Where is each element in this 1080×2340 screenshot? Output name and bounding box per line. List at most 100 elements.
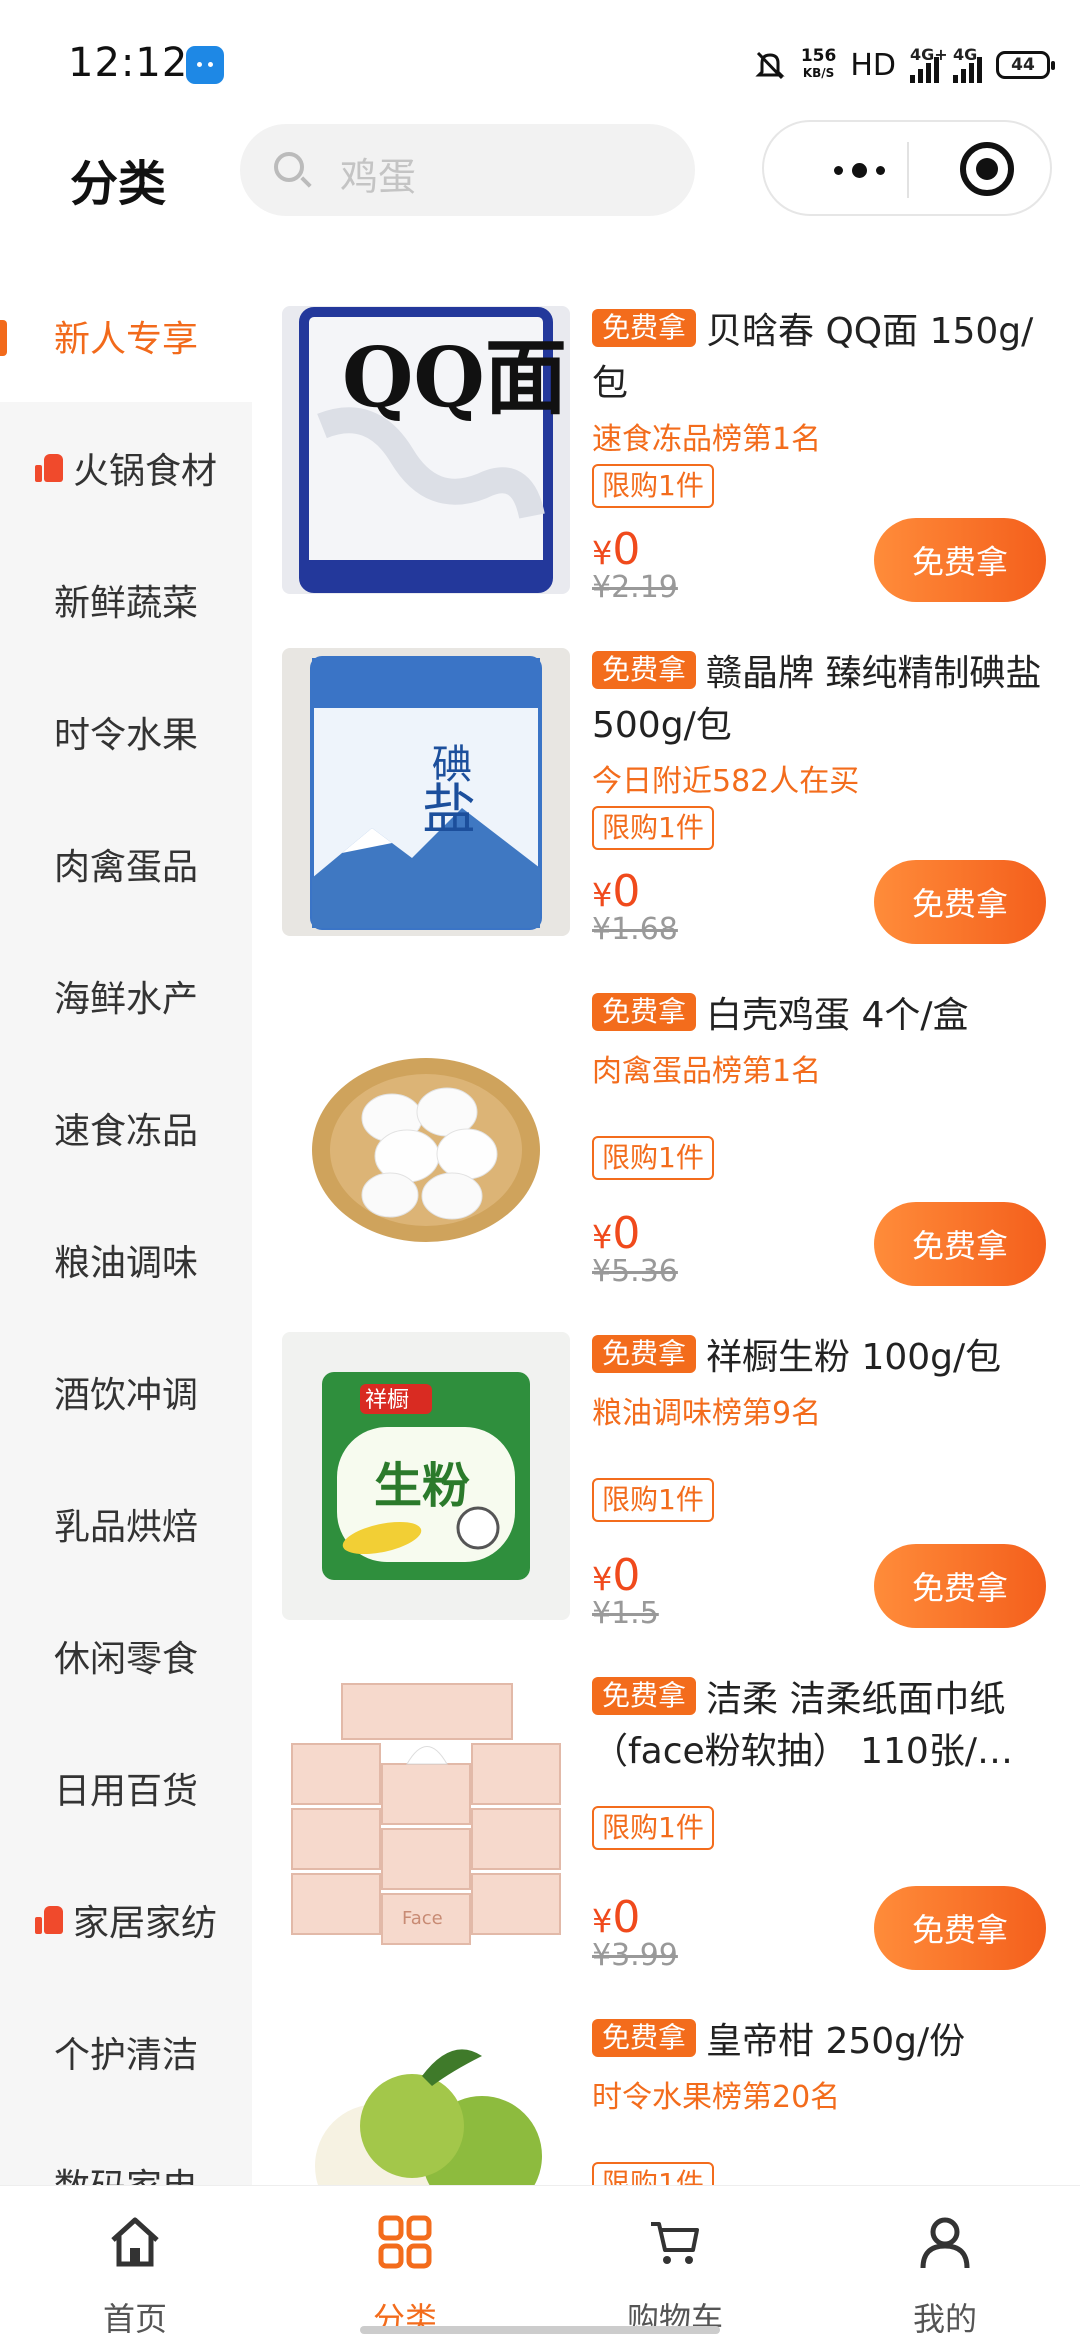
search-input[interactable]: 鸡蛋 <box>240 124 695 216</box>
product-name: 免费拿 赣晶牌 臻纯精制碘盐 500g/包 <box>592 651 1042 746</box>
thumbs-up-icon <box>34 1906 63 1934</box>
sidebar-item-personal-care[interactable]: 个护清洁 <box>0 1986 252 2118</box>
product-price: ¥0 <box>592 524 641 575</box>
status-indicators: 156 KB/S HD 4G+ 4G 44 <box>753 40 1055 90</box>
product-name: 免费拿 皇帝柑 250g/份 <box>592 2016 1054 2068</box>
battery-icon: 44 <box>996 51 1055 79</box>
product-card[interactable]: 免费拿 皇帝柑 250g/份 时令水果榜第20名 限购1件 <box>252 1980 1080 2185</box>
sidebar-item-dairy[interactable]: 乳品烘焙 <box>0 1458 252 1590</box>
header: 分类 鸡蛋 <box>0 120 1080 270</box>
purchase-limit-badge: 限购1件 <box>592 1136 714 1180</box>
free-get-button[interactable]: 免费拿 <box>874 1544 1046 1628</box>
original-price: ¥2.19 <box>592 570 678 605</box>
free-tag: 免费拿 <box>592 2019 697 2057</box>
svg-text:QQ面: QQ面 <box>342 330 567 426</box>
free-get-button[interactable]: 免费拿 <box>874 860 1046 944</box>
purchase-limit-badge: 限购1件 <box>592 806 714 850</box>
product-name: 免费拿 贝晗春 QQ面 150g/包 <box>592 309 1034 404</box>
product-price: ¥0 <box>592 1892 641 1943</box>
purchase-limit-badge: 限购1件 <box>592 464 714 508</box>
sidebar-item-digital[interactable]: 数码家电 <box>0 2118 252 2185</box>
svg-text:生粉: 生粉 <box>374 1458 470 1514</box>
thumbs-up-icon <box>34 454 63 482</box>
signal-icon-sim2: 4G <box>953 45 982 83</box>
sidebar-item-grain-oil[interactable]: 粮油调味 <box>0 1194 252 1326</box>
sidebar-item-drinks[interactable]: 酒饮冲调 <box>0 1326 252 1458</box>
product-list: QQ面 免费拿 贝晗春 QQ面 150g/包 速食冻品榜第1名 限购1件 ¥0 ¥… <box>252 270 1080 2185</box>
svg-text:Face: Face <box>402 1908 443 1929</box>
product-name: 免费拿 白壳鸡蛋 4个/盒 <box>592 990 1054 1042</box>
purchase-limit-badge: 限购1件 <box>592 2162 714 2185</box>
tab-mine[interactable]: 我的 <box>810 2186 1080 2340</box>
product-card[interactable]: 碘 盐 免费拿 赣晶牌 臻纯精制碘盐 500g/包 今日附近582人在买 限购1件… <box>252 612 1080 954</box>
product-rank: 粮油调味榜第9名 <box>592 1396 822 1431</box>
product-rank: 今日附近582人在买 <box>592 764 860 799</box>
status-bar: 12:12 156 KB/S HD 4G+ 4G 44 <box>0 0 1080 120</box>
free-get-button[interactable]: 免费拿 <box>874 1886 1046 1970</box>
close-miniprogram-icon[interactable] <box>960 142 1014 196</box>
product-rank: 速食冻品榜第1名 <box>592 422 822 457</box>
original-price: ¥3.99 <box>592 1938 678 1973</box>
product-name: 免费拿 祥橱生粉 100g/包 <box>592 1332 1054 1384</box>
hd-indicator: HD <box>850 47 896 83</box>
product-price: ¥0 <box>592 1208 641 1259</box>
cart-icon <box>651 2222 699 2264</box>
app-notification-icon <box>186 46 224 84</box>
svg-text:盐: 盐 <box>422 778 476 841</box>
sidebar-item-snacks[interactable]: 休闲零食 <box>0 1590 252 1722</box>
product-name: 免费拿 洁柔 洁柔纸面巾纸（face粉软抽） 110张/… <box>592 1677 1013 1772</box>
svg-text:祥橱: 祥橱 <box>365 1388 409 1413</box>
product-price: ¥0 <box>592 866 641 917</box>
sidebar-item-newcomer[interactable]: 新人专享 <box>0 270 252 402</box>
capsule-divider <box>907 142 909 198</box>
status-time: 12:12 <box>68 40 189 86</box>
net-speed: 156 KB/S <box>800 46 837 81</box>
purchase-limit-badge: 限购1件 <box>592 1478 714 1522</box>
product-image-qq-noodle[interactable]: QQ面 <box>282 306 570 594</box>
bottom-tabbar: 首页 分类 购物车 我的 <box>0 2185 1080 2340</box>
free-tag: 免费拿 <box>592 993 697 1031</box>
search-placeholder: 鸡蛋 <box>340 155 417 199</box>
free-tag: 免费拿 <box>592 309 697 347</box>
free-tag: 免费拿 <box>592 651 697 689</box>
category-grid-icon <box>378 2215 432 2269</box>
user-icon <box>920 2217 970 2269</box>
free-tag: 免费拿 <box>592 1677 697 1715</box>
product-image-salt[interactable]: 碘 盐 <box>282 648 570 936</box>
page-title: 分类 <box>70 156 167 212</box>
product-rank: 时令水果榜第20名 <box>592 2080 841 2115</box>
product-image-mandarin[interactable] <box>282 2016 570 2185</box>
sidebar-item-vegetables[interactable]: 新鲜蔬菜 <box>0 534 252 666</box>
original-price: ¥1.5 <box>592 1596 659 1631</box>
product-card[interactable]: 免费拿 白壳鸡蛋 4个/盒 肉禽蛋品榜第1名 限购1件 ¥0 ¥5.36 免费拿 <box>252 954 1080 1296</box>
miniprogram-capsule <box>762 120 1052 216</box>
sidebar-item-frozen[interactable]: 速食冻品 <box>0 1062 252 1194</box>
product-card[interactable]: 祥橱 生粉 免费拿 祥橱生粉 100g/包 粮油调味榜第9名 限购1件 ¥0 ¥1… <box>252 1296 1080 1638</box>
category-sidebar: 新人专享 火锅食材 新鲜蔬菜 时令水果 肉禽蛋品 海鲜水产 速食冻品 粮油调味 … <box>0 270 252 2185</box>
sidebar-item-meat-eggs[interactable]: 肉禽蛋品 <box>0 798 252 930</box>
sidebar-item-hotpot[interactable]: 火锅食材 <box>0 402 252 534</box>
signal-icon-sim1: 4G+ <box>910 45 948 83</box>
product-card[interactable]: QQ面 免费拿 贝晗春 QQ面 150g/包 速食冻品榜第1名 限购1件 ¥0 ¥… <box>252 270 1080 612</box>
sidebar-item-home-textile[interactable]: 家居家纺 <box>0 1854 252 1986</box>
product-price: ¥0 <box>592 1550 641 1601</box>
product-image-eggs[interactable] <box>282 990 570 1278</box>
sidebar-item-daily-goods[interactable]: 日用百货 <box>0 1722 252 1854</box>
bell-muted-icon <box>755 51 785 80</box>
search-icon <box>274 152 304 182</box>
free-get-button[interactable]: 免费拿 <box>874 1202 1046 1286</box>
more-icon[interactable] <box>804 140 914 200</box>
original-price: ¥5.36 <box>592 1254 678 1289</box>
free-get-button[interactable]: 免费拿 <box>874 518 1046 602</box>
product-card[interactable]: Face 免费拿 洁柔 洁柔纸面巾纸（face粉软抽） 110张/… 限购1件 ¥… <box>252 1638 1080 1980</box>
sidebar-item-seafood[interactable]: 海鲜水产 <box>0 930 252 1062</box>
home-icon <box>111 2217 159 2267</box>
product-image-starch[interactable]: 祥橱 生粉 <box>282 1332 570 1620</box>
tab-category[interactable]: 分类 <box>270 2186 540 2340</box>
purchase-limit-badge: 限购1件 <box>592 1806 714 1850</box>
product-image-tissue[interactable]: Face <box>282 1674 570 1962</box>
tab-home[interactable]: 首页 <box>0 2186 270 2340</box>
tab-cart[interactable]: 购物车 <box>540 2186 810 2340</box>
sidebar-item-fruits[interactable]: 时令水果 <box>0 666 252 798</box>
original-price: ¥1.68 <box>592 912 678 947</box>
